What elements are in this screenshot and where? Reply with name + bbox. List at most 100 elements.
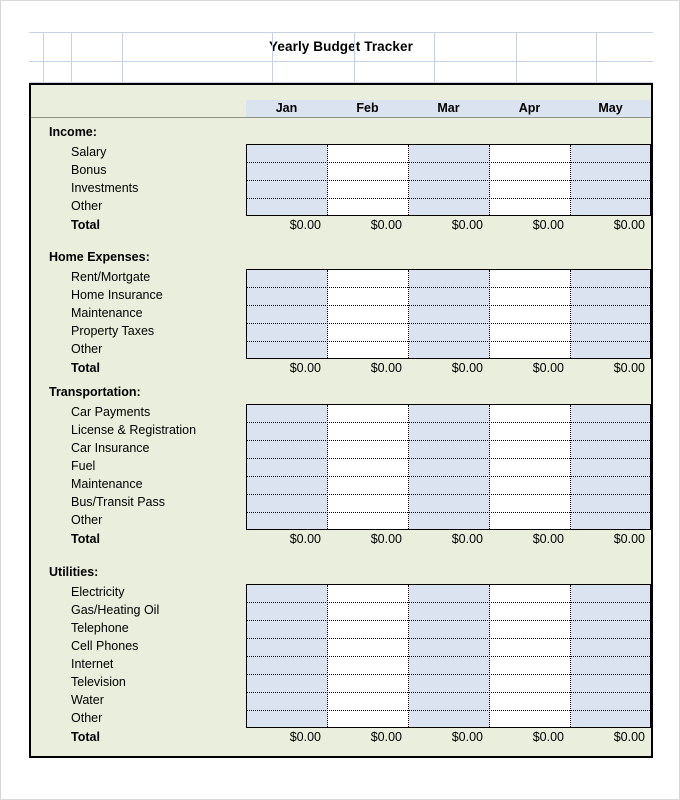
total-value-utilities-may: $0.00 bbox=[613, 730, 645, 744]
total-value-income-jan: $0.00 bbox=[289, 218, 321, 232]
row-label-home-expenses-4: Other bbox=[71, 342, 103, 356]
entry-column-home-expenses-feb[interactable] bbox=[328, 270, 409, 358]
row-label-income-3: Other bbox=[71, 199, 103, 213]
entry-row-separator bbox=[247, 180, 650, 181]
section-title-income: Income: bbox=[49, 125, 97, 139]
row-label-home-expenses-2: Maintenance bbox=[71, 306, 143, 320]
row-label-utilities-7: Other bbox=[71, 711, 103, 725]
entry-row-separator bbox=[247, 198, 650, 199]
row-label-transportation-3: Fuel bbox=[71, 459, 96, 473]
row-label-income-2: Investments bbox=[71, 181, 139, 195]
row-label-income-1: Bonus bbox=[71, 163, 107, 177]
entry-row-separator bbox=[247, 656, 650, 657]
sheet-gridline bbox=[43, 32, 44, 83]
entry-row-separator bbox=[247, 323, 650, 324]
entry-row-separator bbox=[247, 341, 650, 342]
total-value-income-feb: $0.00 bbox=[370, 218, 402, 232]
entry-row-separator bbox=[247, 674, 650, 675]
total-label-income: Total bbox=[71, 218, 100, 232]
total-value-transportation-apr: $0.00 bbox=[532, 532, 564, 546]
entry-grid-income[interactable] bbox=[246, 144, 651, 216]
row-label-transportation-5: Bus/Transit Pass bbox=[71, 495, 166, 509]
row-label-utilities-1: Gas/Heating Oil bbox=[71, 603, 160, 617]
row-label-transportation-4: Maintenance bbox=[71, 477, 143, 491]
row-label-transportation-2: Car Insurance bbox=[71, 441, 150, 455]
column-header-jan: Jan bbox=[246, 100, 327, 117]
entry-row-separator bbox=[247, 494, 650, 495]
sheet-gridline bbox=[596, 32, 597, 83]
sheet-gridline bbox=[272, 32, 273, 83]
total-value-utilities-mar: $0.00 bbox=[451, 730, 483, 744]
entry-column-transportation-feb[interactable] bbox=[328, 405, 409, 529]
entry-column-home-expenses-jan[interactable] bbox=[247, 270, 328, 358]
entry-grid-transportation[interactable] bbox=[246, 404, 651, 530]
month-header-band: Jan Feb Mar Apr May bbox=[31, 85, 651, 118]
sheet-gridline bbox=[354, 32, 355, 83]
entry-row-separator bbox=[247, 458, 650, 459]
entry-grid-utilities[interactable] bbox=[246, 584, 651, 728]
section-title-home-expenses: Home Expenses: bbox=[49, 250, 150, 264]
total-label-utilities: Total bbox=[71, 730, 100, 744]
spreadsheet-header-rows: Yearly Budget Tracker bbox=[29, 32, 653, 83]
column-header-apr: Apr bbox=[489, 100, 570, 117]
row-label-utilities-5: Television bbox=[71, 675, 126, 689]
entry-row-separator bbox=[247, 440, 650, 441]
total-value-transportation-jan: $0.00 bbox=[289, 532, 321, 546]
entry-row-separator bbox=[247, 602, 650, 603]
section-title-transportation: Transportation: bbox=[49, 385, 141, 399]
entry-row-separator bbox=[247, 287, 650, 288]
sheet-gridline bbox=[516, 32, 517, 83]
entry-column-home-expenses-apr[interactable] bbox=[490, 270, 571, 358]
row-label-utilities-2: Telephone bbox=[71, 621, 129, 635]
row-label-home-expenses-3: Property Taxes bbox=[71, 324, 155, 338]
row-label-income-0: Salary bbox=[71, 145, 107, 159]
row-label-home-expenses-1: Home Insurance bbox=[71, 288, 163, 302]
entry-row-separator bbox=[247, 710, 650, 711]
total-value-home-expenses-may: $0.00 bbox=[613, 361, 645, 375]
entry-row-separator bbox=[247, 422, 650, 423]
header-underline bbox=[31, 117, 651, 118]
row-label-utilities-0: Electricity bbox=[71, 585, 125, 599]
total-value-home-expenses-apr: $0.00 bbox=[532, 361, 564, 375]
entry-column-transportation-mar[interactable] bbox=[409, 405, 490, 529]
entry-column-transportation-jan[interactable] bbox=[247, 405, 328, 529]
entry-column-home-expenses-mar[interactable] bbox=[409, 270, 490, 358]
total-label-home-expenses: Total bbox=[71, 361, 100, 375]
section-title-utilities: Utilities: bbox=[49, 565, 99, 579]
row-label-utilities-6: Water bbox=[71, 693, 104, 707]
total-value-utilities-feb: $0.00 bbox=[370, 730, 402, 744]
row-label-utilities-4: Internet bbox=[71, 657, 114, 671]
entry-column-home-expenses-may[interactable] bbox=[571, 270, 650, 358]
sheet-gridline bbox=[434, 32, 435, 83]
column-header-feb: Feb bbox=[327, 100, 408, 117]
entry-row-separator bbox=[247, 476, 650, 477]
total-value-income-apr: $0.00 bbox=[532, 218, 564, 232]
entry-column-transportation-apr[interactable] bbox=[490, 405, 571, 529]
total-label-transportation: Total bbox=[71, 532, 100, 546]
sheet-gridline bbox=[122, 32, 123, 61]
total-value-home-expenses-mar: $0.00 bbox=[451, 361, 483, 375]
entry-row-separator bbox=[247, 305, 650, 306]
total-value-utilities-apr: $0.00 bbox=[532, 730, 564, 744]
total-value-home-expenses-jan: $0.00 bbox=[289, 361, 321, 375]
entry-row-separator bbox=[247, 620, 650, 621]
sheet-gridline bbox=[71, 32, 72, 83]
row-label-utilities-3: Cell Phones bbox=[71, 639, 139, 653]
row-label-home-expenses-0: Rent/Mortgate bbox=[71, 270, 151, 284]
row-label-transportation-0: Car Payments bbox=[71, 405, 151, 419]
entry-row-separator bbox=[247, 638, 650, 639]
budget-spreadsheet-page: Yearly Budget Tracker Jan Feb Mar Apr May In… bbox=[0, 0, 680, 800]
entry-row-separator bbox=[247, 512, 650, 513]
row-label-transportation-6: Other bbox=[71, 513, 103, 527]
total-value-transportation-feb: $0.00 bbox=[370, 532, 402, 546]
total-value-home-expenses-feb: $0.00 bbox=[370, 361, 402, 375]
total-value-utilities-jan: $0.00 bbox=[289, 730, 321, 744]
column-header-may: May bbox=[570, 100, 651, 117]
total-value-income-mar: $0.00 bbox=[451, 218, 483, 232]
total-value-transportation-may: $0.00 bbox=[613, 532, 645, 546]
budget-table: Jan Feb Mar Apr May Income: Salary Bonus Invest… bbox=[29, 83, 653, 758]
entry-row-separator bbox=[247, 162, 650, 163]
total-value-transportation-mar: $0.00 bbox=[451, 532, 483, 546]
entry-grid-home-expenses[interactable] bbox=[246, 269, 651, 359]
entry-column-transportation-may[interactable] bbox=[571, 405, 650, 529]
